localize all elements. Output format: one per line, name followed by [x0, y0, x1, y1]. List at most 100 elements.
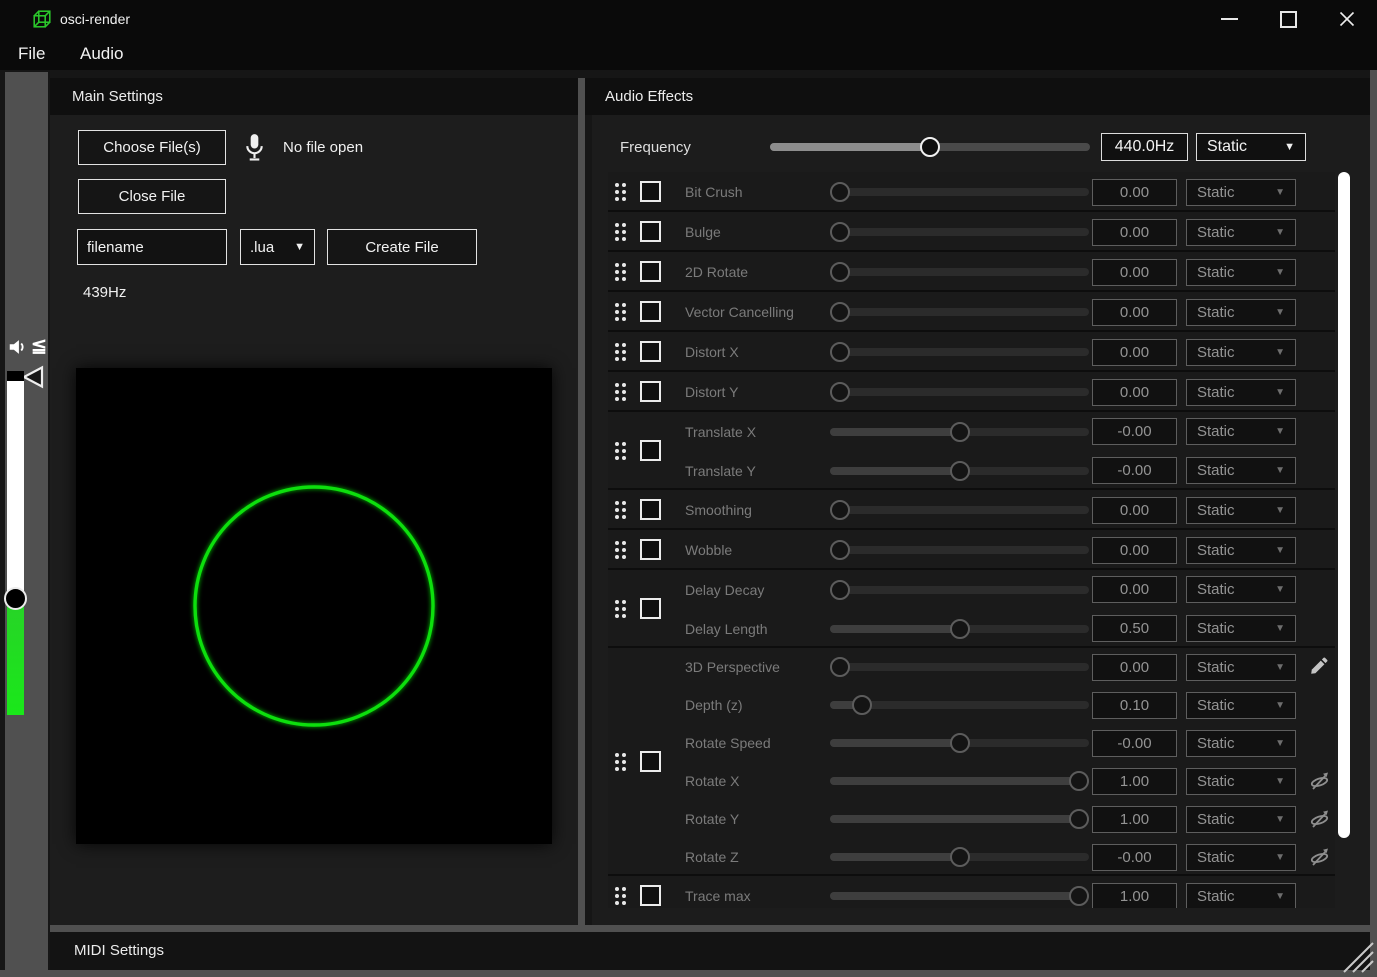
effect-mode-dropdown[interactable]: Static▼ — [1186, 379, 1296, 406]
slider-thumb[interactable] — [1069, 809, 1089, 829]
slider-thumb[interactable] — [830, 342, 850, 362]
midi-settings-panel[interactable]: MIDI Settings — [50, 932, 1370, 970]
effect-mode-dropdown[interactable]: Static▼ — [1186, 883, 1296, 909]
effect-slider[interactable] — [830, 847, 1089, 867]
menu-file[interactable]: File — [18, 44, 45, 64]
effect-value-box[interactable]: -0.00 — [1092, 457, 1177, 484]
effect-value-box[interactable]: 0.50 — [1092, 615, 1177, 642]
effect-checkbox[interactable] — [640, 440, 661, 461]
effect-checkbox[interactable] — [640, 499, 661, 520]
drag-handle-icon[interactable] — [615, 263, 626, 281]
effect-value-box[interactable]: -0.00 — [1092, 730, 1177, 757]
effect-value-box[interactable]: 0.00 — [1092, 654, 1177, 681]
effect-slider[interactable] — [830, 262, 1089, 282]
effect-slider[interactable] — [830, 461, 1089, 481]
rotate-axis-icon[interactable] — [1308, 769, 1332, 793]
effect-value-box[interactable]: 0.10 — [1092, 692, 1177, 719]
effect-mode-dropdown[interactable]: Static▼ — [1186, 259, 1296, 286]
effect-value-box[interactable]: 0.00 — [1092, 339, 1177, 366]
effect-value-box[interactable]: 0.00 — [1092, 576, 1177, 603]
effect-checkbox[interactable] — [640, 301, 661, 322]
effect-checkbox[interactable] — [640, 181, 661, 202]
create-file-button[interactable]: Create File — [327, 229, 477, 265]
slider-thumb[interactable] — [830, 182, 850, 202]
effect-checkbox[interactable] — [640, 341, 661, 362]
effect-mode-dropdown[interactable]: Static▼ — [1186, 730, 1296, 757]
effect-mode-dropdown[interactable]: Static▼ — [1186, 497, 1296, 524]
microphone-icon[interactable] — [243, 132, 266, 163]
slider-thumb[interactable] — [1069, 771, 1089, 791]
effect-value-box[interactable]: -0.00 — [1092, 418, 1177, 445]
resize-grip-icon[interactable] — [1342, 941, 1375, 974]
effect-checkbox[interactable] — [640, 598, 661, 619]
slider-thumb[interactable] — [830, 222, 850, 242]
drag-handle-icon[interactable] — [615, 223, 626, 241]
effect-mode-dropdown[interactable]: Static▼ — [1186, 339, 1296, 366]
effect-slider[interactable] — [830, 809, 1089, 829]
drag-handle-icon[interactable] — [615, 383, 626, 401]
drag-handle-icon[interactable] — [615, 600, 626, 618]
pencil-icon[interactable] — [1308, 655, 1332, 679]
maximize-button[interactable] — [1265, 0, 1311, 38]
effect-slider[interactable] — [830, 422, 1089, 442]
effect-slider[interactable] — [830, 580, 1089, 600]
effect-slider[interactable] — [830, 733, 1089, 753]
effect-value-box[interactable]: 0.00 — [1092, 537, 1177, 564]
slider-thumb[interactable] — [950, 461, 970, 481]
effect-mode-dropdown[interactable]: Static▼ — [1186, 844, 1296, 871]
effect-checkbox[interactable] — [640, 381, 661, 402]
effect-mode-dropdown[interactable]: Static▼ — [1186, 418, 1296, 445]
drag-handle-icon[interactable] — [615, 501, 626, 519]
effect-mode-dropdown[interactable]: Static▼ — [1186, 219, 1296, 246]
slider-thumb[interactable] — [852, 695, 872, 715]
effect-value-box[interactable]: 0.00 — [1092, 497, 1177, 524]
effect-slider[interactable] — [830, 540, 1089, 560]
volume-thumb[interactable] — [4, 587, 27, 610]
drag-handle-icon[interactable] — [615, 541, 626, 559]
effect-value-box[interactable]: 0.00 — [1092, 259, 1177, 286]
drag-handle-icon[interactable] — [615, 343, 626, 361]
effect-mode-dropdown[interactable]: Static▼ — [1186, 768, 1296, 795]
drag-handle-icon[interactable] — [615, 753, 626, 771]
effect-mode-dropdown[interactable]: Static▼ — [1186, 576, 1296, 603]
volume-slider[interactable] — [7, 371, 24, 715]
slider-thumb[interactable] — [830, 302, 850, 322]
frequency-value-box[interactable]: 440.0Hz — [1101, 133, 1188, 161]
effect-value-box[interactable]: 0.00 — [1092, 179, 1177, 206]
rotate-axis-icon[interactable] — [1308, 845, 1332, 869]
effect-mode-dropdown[interactable]: Static▼ — [1186, 179, 1296, 206]
panel-splitter-horizontal[interactable] — [50, 925, 1370, 932]
filename-input[interactable]: filename — [77, 229, 227, 265]
effect-slider[interactable] — [830, 182, 1089, 202]
effect-slider[interactable] — [830, 302, 1089, 322]
slider-thumb[interactable] — [1069, 886, 1089, 906]
effects-scrollbar[interactable] — [1338, 172, 1350, 838]
minimize-button[interactable] — [1206, 0, 1252, 38]
effect-slider[interactable] — [830, 500, 1089, 520]
rotate-axis-icon[interactable] — [1308, 807, 1332, 831]
close-file-button[interactable]: Close File — [78, 179, 226, 214]
choose-files-button[interactable]: Choose File(s) — [78, 130, 226, 165]
effect-slider[interactable] — [830, 657, 1089, 677]
slider-thumb[interactable] — [830, 262, 850, 282]
slider-thumb[interactable] — [950, 847, 970, 867]
volume-marker-icon[interactable] — [21, 365, 45, 389]
effect-value-box[interactable]: 1.00 — [1092, 768, 1177, 795]
frequency-thumb[interactable] — [920, 137, 940, 157]
panel-splitter-vertical[interactable] — [578, 78, 585, 925]
effect-value-box[interactable]: 1.00 — [1092, 883, 1177, 909]
effect-checkbox[interactable] — [640, 539, 661, 560]
effect-value-box[interactable]: 1.00 — [1092, 806, 1177, 833]
effect-slider[interactable] — [830, 771, 1089, 791]
slider-thumb[interactable] — [830, 657, 850, 677]
slider-thumb[interactable] — [830, 500, 850, 520]
effect-slider[interactable] — [830, 695, 1089, 715]
effect-value-box[interactable]: -0.00 — [1092, 844, 1177, 871]
effect-checkbox[interactable] — [640, 885, 661, 906]
effect-checkbox[interactable] — [640, 261, 661, 282]
extension-dropdown[interactable]: .lua ▼ — [240, 229, 315, 265]
effect-value-box[interactable]: 0.00 — [1092, 219, 1177, 246]
slider-thumb[interactable] — [830, 382, 850, 402]
effect-slider[interactable] — [830, 222, 1089, 242]
slider-thumb[interactable] — [950, 619, 970, 639]
